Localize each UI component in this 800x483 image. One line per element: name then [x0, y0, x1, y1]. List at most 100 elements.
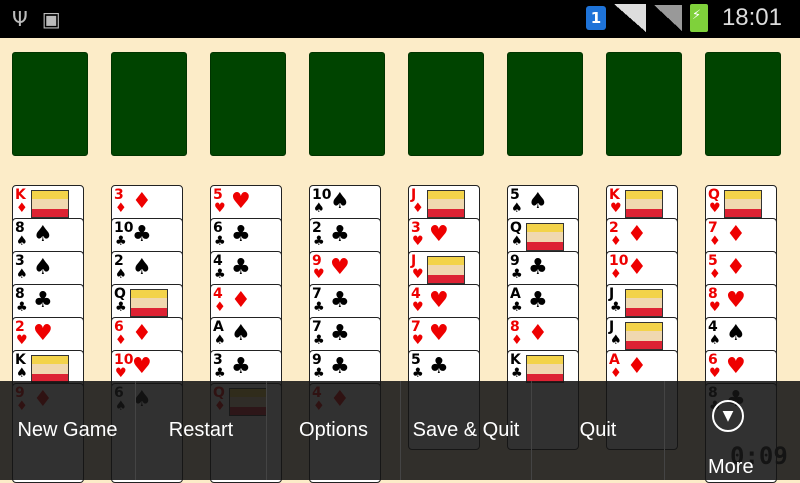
- card-pip-icon: ♦: [627, 255, 647, 280]
- card-pip-icon: ♥: [429, 222, 449, 247]
- signal-icon: [653, 5, 682, 31]
- card-suit-icon: ♠: [313, 201, 325, 216]
- card-pip-icon: ♦: [726, 255, 746, 280]
- card-suit-icon: ♦: [610, 234, 622, 249]
- card-suit-icon: ♠: [610, 333, 622, 348]
- card-suit-icon: ♠: [511, 201, 523, 216]
- no-signal-icon: [613, 4, 646, 32]
- card-pip-icon: ♣: [132, 222, 152, 247]
- card-suit-icon: ♥: [16, 333, 28, 348]
- card-pip-icon: ♣: [231, 354, 251, 379]
- card-suit-icon: ♣: [313, 366, 325, 381]
- card-suit-icon: ♣: [214, 366, 226, 381]
- card-pip-icon: ♦: [528, 321, 548, 346]
- restart-button[interactable]: Restart: [136, 381, 266, 480]
- image-notification-icon: ▣: [41, 7, 61, 31]
- card-suit-icon: ♦: [511, 333, 523, 348]
- card-suit-icon: ♠: [16, 366, 28, 381]
- face-card-portrait: [130, 289, 168, 317]
- card-pip-icon: ♣: [330, 222, 350, 247]
- card-pip-icon: ♣: [330, 354, 350, 379]
- chevron-down-icon[interactable]: ▼: [712, 400, 744, 432]
- foundation-pile[interactable]: [507, 52, 583, 156]
- card-pip-icon: ♣: [33, 288, 53, 313]
- card-suit-icon: ♦: [709, 267, 721, 282]
- card-pip-icon: ♦: [627, 354, 647, 379]
- card-suit-icon: ♠: [709, 333, 721, 348]
- card-suit-icon: ♥: [313, 267, 325, 282]
- face-card-portrait: [427, 256, 465, 284]
- card-suit-icon: ♦: [115, 333, 127, 348]
- card-pip-icon: ♣: [528, 288, 548, 313]
- card-pip-icon: ♥: [33, 321, 53, 346]
- clock: 18:01: [721, 4, 782, 31]
- card-pip-icon: ♠: [231, 321, 251, 346]
- card-pip-icon: ♣: [528, 255, 548, 280]
- face-card-portrait: [31, 355, 69, 383]
- card-suit-icon: ♣: [115, 234, 127, 249]
- foundation-pile[interactable]: [111, 52, 187, 156]
- card-suit-icon: ♣: [511, 366, 523, 381]
- card-pip-icon: ♥: [231, 189, 251, 214]
- card-suit-icon: ♦: [214, 300, 226, 315]
- card-suit-icon: ♦: [709, 234, 721, 249]
- foundation-pile[interactable]: [12, 52, 88, 156]
- foundation-pile[interactable]: [309, 52, 385, 156]
- more-button[interactable]: More: [708, 456, 754, 479]
- card-suit-icon: ♥: [610, 201, 622, 216]
- card-pip-icon: ♦: [627, 222, 647, 247]
- foundation-pile[interactable]: [408, 52, 484, 156]
- face-card-portrait: [31, 190, 69, 218]
- card-pip-icon: ♣: [330, 288, 350, 313]
- card-suit-icon: ♥: [412, 234, 424, 249]
- card-suit-icon: ♥: [709, 366, 721, 381]
- card-suit-icon: ♦: [412, 201, 424, 216]
- new-game-button[interactable]: New Game: [0, 381, 135, 480]
- card-suit-icon: ♠: [511, 234, 523, 249]
- options-menu: New Game Restart Options Save & Quit Qui…: [0, 381, 800, 480]
- card-pip-icon: ♦: [231, 288, 251, 313]
- card-pip-icon: ♠: [33, 222, 53, 247]
- card-suit-icon: ♣: [115, 300, 127, 315]
- card-pip-icon: ♥: [726, 288, 746, 313]
- foundation-pile[interactable]: [705, 52, 781, 156]
- card-suit-icon: ♣: [214, 234, 226, 249]
- card-suit-icon: ♣: [313, 234, 325, 249]
- card-pip-icon: ♣: [231, 255, 251, 280]
- face-card-portrait: [625, 289, 663, 317]
- status-bar: Ψ ▣ 1 18:01: [0, 0, 800, 38]
- card-suit-icon: ♣: [313, 333, 325, 348]
- card-suit-icon: ♥: [412, 267, 424, 282]
- card-pip-icon: ♠: [132, 255, 152, 280]
- card-pip-icon: ♦: [132, 189, 152, 214]
- options-button[interactable]: Options: [267, 381, 400, 480]
- card-suit-icon: ♥: [412, 333, 424, 348]
- quit-button[interactable]: Quit: [532, 381, 664, 480]
- card-pip-icon: ♥: [429, 288, 449, 313]
- card-pip-icon: ♣: [330, 321, 350, 346]
- battery-charging-icon: [689, 4, 708, 32]
- card-suit-icon: ♣: [610, 300, 622, 315]
- card-suit-icon: ♥: [214, 201, 226, 216]
- card-suit-icon: ♥: [412, 300, 424, 315]
- card-suit-icon: ♦: [610, 366, 622, 381]
- card-pip-icon: ♥: [330, 255, 350, 280]
- card-suit-icon: ♠: [115, 267, 127, 282]
- card-suit-icon: ♠: [16, 267, 28, 282]
- card-suit-icon: ♣: [214, 267, 226, 282]
- card-suit-icon: ♣: [16, 300, 28, 315]
- card-pip-icon: ♠: [528, 189, 548, 214]
- card-suit-icon: ♣: [412, 366, 424, 381]
- face-card-portrait: [526, 223, 564, 251]
- card-suit-icon: ♥: [709, 201, 721, 216]
- foundation-pile[interactable]: [210, 52, 286, 156]
- card-pip-icon: ♠: [726, 321, 746, 346]
- face-card-portrait: [427, 190, 465, 218]
- save-quit-button[interactable]: Save & Quit: [401, 381, 531, 480]
- card-pip-icon: ♠: [33, 255, 53, 280]
- card-suit-icon: ♠: [16, 234, 28, 249]
- card-suit-icon: ♣: [313, 300, 325, 315]
- foundation-pile[interactable]: [606, 52, 682, 156]
- card-suit-icon: ♥: [115, 366, 127, 381]
- card-suit-icon: ♦: [16, 201, 28, 216]
